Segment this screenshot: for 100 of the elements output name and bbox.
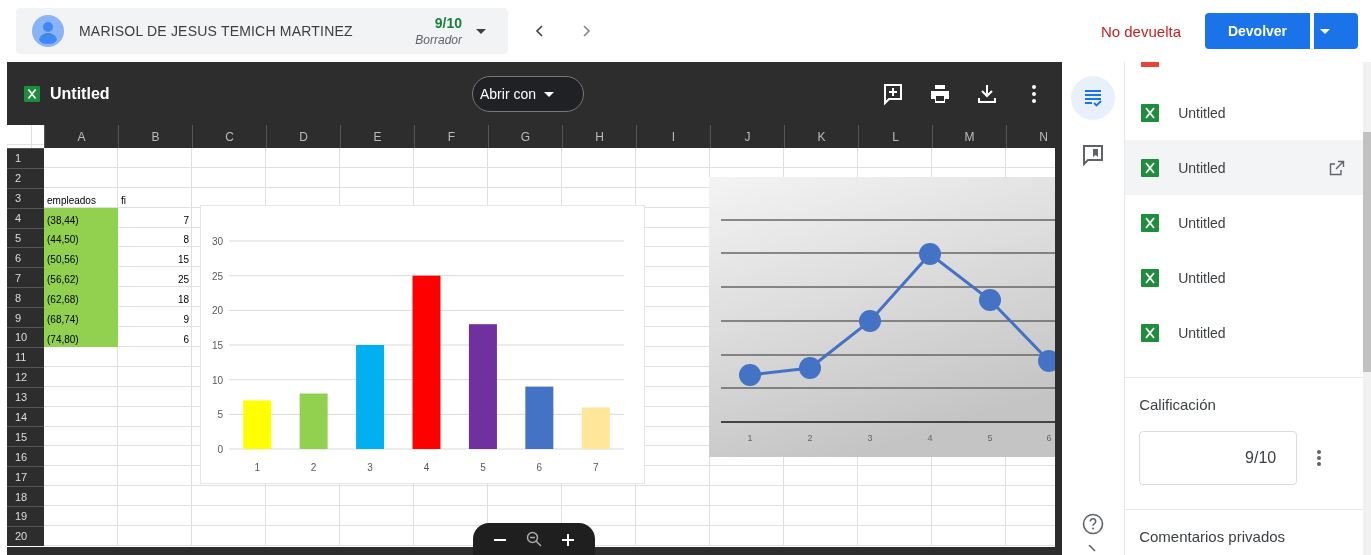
spreadsheet-icon: [1141, 103, 1160, 122]
axis-label: 2: [807, 433, 813, 443]
table-cell-text: 18: [176, 293, 190, 308]
axis-label: 2: [310, 462, 317, 473]
plus-icon[interactable]: [560, 531, 576, 547]
row-number[interactable]: 16: [7, 446, 44, 467]
axis-label: 4: [927, 433, 933, 443]
attachment-item[interactable]: Untitled: [1125, 85, 1363, 140]
column-header[interactable]: F: [414, 125, 488, 148]
student-selector[interactable]: MARISOL DE JESUS TEMICH MARTINEZ 9/10 Borrador: [16, 8, 508, 54]
data-point: [979, 289, 1001, 311]
table-cell-text: 15: [176, 253, 190, 268]
open-with-button[interactable]: Abrir con: [472, 76, 584, 112]
column-header[interactable]: I: [636, 125, 710, 148]
row-number[interactable]: 15: [7, 426, 44, 447]
table-cell: (74,80): [44, 327, 118, 347]
data-point: [859, 310, 881, 332]
help-icon[interactable]: [1082, 513, 1105, 535]
spreadsheet-icon: [1141, 323, 1160, 342]
bar: [243, 400, 272, 449]
table-cell: (50,56): [44, 247, 118, 268]
table-cell-text: empleados: [46, 193, 97, 208]
attachment-item[interactable]: Untitled: [1125, 140, 1363, 195]
table-cell-text: fi: [120, 193, 127, 208]
scrollbar[interactable]: [1363, 62, 1371, 555]
attachment-title: Untitled: [1178, 214, 1226, 231]
column-header[interactable]: L: [858, 125, 932, 148]
row-number[interactable]: 19: [7, 506, 44, 526]
column-header[interactable]: J: [710, 125, 784, 148]
caret-icon: [544, 91, 554, 97]
row-number[interactable]: 18: [7, 486, 44, 507]
spreadsheet-icon: [1141, 268, 1160, 287]
section-heading: Comentarios privados: [1139, 528, 1287, 545]
row-number[interactable]: 17: [7, 466, 44, 487]
grade-field[interactable]: 9/10: [1139, 431, 1298, 485]
column-header[interactable]: N: [1006, 125, 1055, 148]
attachment-title: Untitled: [1178, 269, 1226, 286]
table-cell: (62,68): [44, 287, 118, 308]
column-header[interactable]: G: [488, 125, 562, 148]
column-header[interactable]: H: [562, 125, 636, 148]
grade-value: 9/10: [434, 15, 462, 31]
return-button[interactable]: Devolver: [1205, 13, 1310, 49]
axis-label: 5: [217, 409, 223, 421]
more-icon[interactable]: [1317, 450, 1322, 466]
data-point: [739, 364, 761, 386]
data-point: [919, 243, 941, 265]
row-number[interactable]: 9: [7, 307, 44, 327]
column-header[interactable]: D: [266, 125, 340, 148]
row-number[interactable]: 5: [7, 227, 44, 248]
avatar-icon: [32, 15, 64, 47]
spreadsheet-icon: [1141, 213, 1160, 232]
table-cell: (38,44): [44, 207, 118, 228]
open-in-new-icon[interactable]: [1329, 159, 1345, 176]
row-number[interactable]: 2: [7, 167, 44, 188]
column-header[interactable]: A: [44, 125, 118, 148]
zoom-out-icon[interactable]: [526, 531, 542, 547]
column-header[interactable]: M: [932, 125, 1006, 148]
attachment-item[interactable]: Untitled: [1125, 305, 1363, 360]
attachment-item[interactable]: Untitled: [1125, 195, 1363, 250]
axis-label: 5: [480, 462, 486, 473]
row-number[interactable]: 1: [7, 148, 44, 168]
row-number[interactable]: 14: [7, 406, 44, 427]
draft-status: Borrador: [415, 33, 462, 47]
rubric-tab[interactable]: [1071, 76, 1116, 120]
return-status: No devuelta: [1100, 22, 1181, 40]
attachment-title: Untitled: [1178, 104, 1226, 121]
feedback-icon: [1081, 143, 1106, 167]
spreadsheet-icon: [24, 85, 40, 102]
table-cell-text: 6: [182, 332, 190, 347]
axis-label: 3: [867, 433, 873, 443]
axis-label: 25: [211, 270, 223, 282]
axis-label: 15: [211, 340, 223, 351]
row-number[interactable]: 6: [7, 247, 44, 268]
axis-label: 30: [211, 236, 223, 247]
axis-label: 0: [217, 444, 223, 455]
row-number[interactable]: 10: [7, 327, 44, 347]
bar: [299, 393, 328, 449]
table-cell: (68,74): [44, 307, 118, 327]
table-cell: (56,62): [44, 267, 118, 288]
attachment-item[interactable]: Untitled: [1125, 250, 1363, 305]
column-header[interactable]: K: [784, 125, 858, 148]
row-number[interactable]: 12: [7, 366, 44, 387]
section-heading: Calificación: [1139, 396, 1217, 413]
attachment-title: Untitled: [1178, 324, 1226, 341]
column-header[interactable]: B: [118, 125, 192, 148]
column-header[interactable]: C: [192, 125, 266, 148]
row-number[interactable]: 3: [7, 187, 44, 208]
data-point: [1038, 350, 1055, 372]
row-number[interactable]: 8: [7, 287, 44, 308]
axis-label: 20: [211, 305, 223, 317]
caret-icon: [1320, 28, 1330, 34]
row-number[interactable]: 13: [7, 386, 44, 407]
axis-label: 6: [536, 462, 543, 473]
column-header[interactable]: E: [340, 125, 414, 148]
row-number[interactable]: 11: [7, 346, 44, 367]
axis-label: 3: [367, 462, 373, 473]
row-number[interactable]: 4: [7, 207, 44, 228]
row-number[interactable]: 7: [7, 267, 44, 288]
axis-label: 10: [211, 374, 223, 386]
row-number[interactable]: 20: [7, 525, 44, 546]
